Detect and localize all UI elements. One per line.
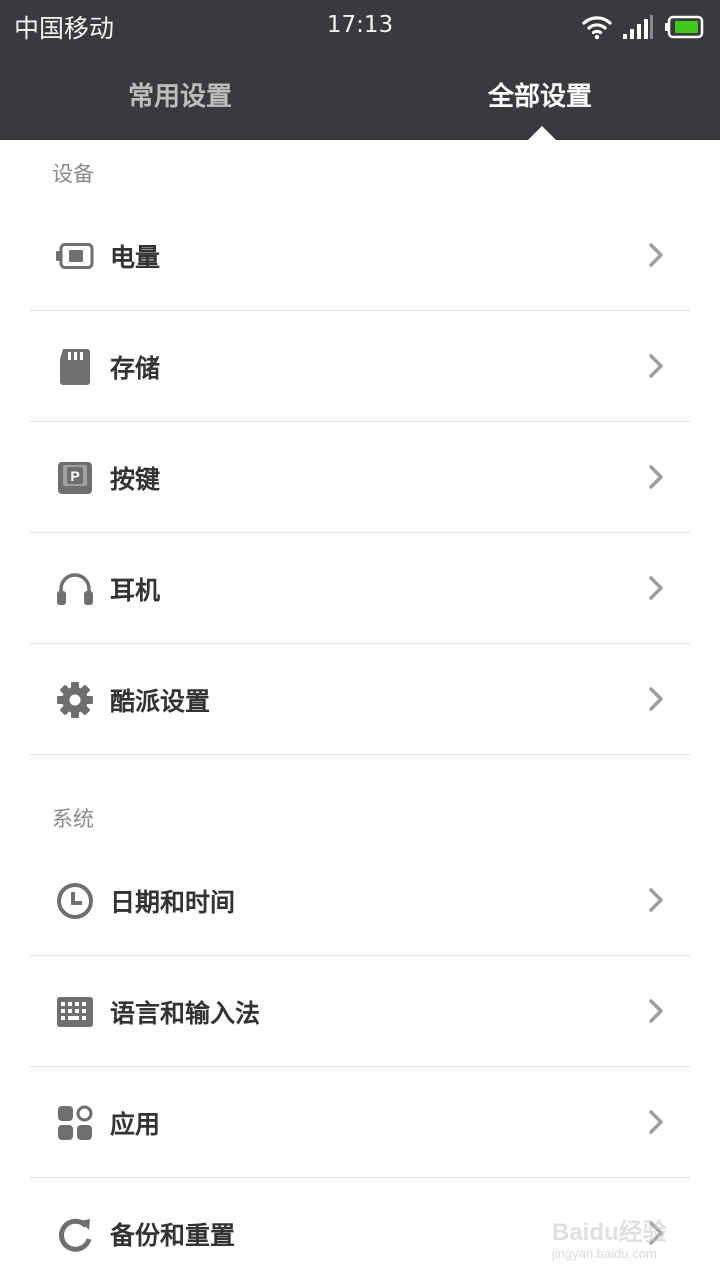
tab-all-settings[interactable]: 全部设置 <box>360 76 720 113</box>
chevron-right-icon <box>649 888 663 912</box>
tab-common-settings[interactable]: 常用设置 <box>0 76 360 113</box>
settings-item-label: 酷派设置 <box>110 687 211 716</box>
settings-item-storage[interactable]: 存储 <box>30 311 690 422</box>
header-bar: 中国移动 17:13 常用设置 全部设置 <box>0 0 720 140</box>
settings-item-battery[interactable]: 电量 <box>30 200 690 311</box>
watermark: Baidu经验 jingyan.baidu.com <box>548 1210 698 1270</box>
keyboard-icon <box>56 993 94 1031</box>
settings-item-coolpad-settings[interactable]: 酷派设置 <box>30 644 690 755</box>
settings-tabs: 常用设置 全部设置 <box>0 52 720 140</box>
chevron-right-icon <box>649 243 663 267</box>
settings-item-language-input[interactable]: 语言和输入法 <box>30 956 690 1067</box>
settings-item-label: 应用 <box>110 1110 161 1139</box>
chevron-right-icon <box>649 687 663 711</box>
settings-item-apps[interactable]: 应用 <box>30 1067 690 1178</box>
section-header-device: 设备 <box>52 162 94 186</box>
backup-icon <box>56 1215 94 1253</box>
svg-text:P: P <box>70 468 79 484</box>
settings-item-label: 耳机 <box>110 576 161 605</box>
divider <box>30 754 690 755</box>
chevron-right-icon <box>649 576 663 600</box>
settings-item-label: 按键 <box>110 465 161 494</box>
status-bar: 中国移动 17:13 <box>0 0 720 52</box>
wifi-icon <box>582 16 612 40</box>
battery-icon <box>665 15 704 39</box>
watermark-url: jingyan.baidu.com <box>552 1246 657 1261</box>
chevron-right-icon <box>649 465 663 489</box>
section-header-system: 系统 <box>52 807 94 831</box>
gear-icon <box>56 681 94 719</box>
headphones-icon <box>56 570 94 608</box>
chevron-right-icon <box>649 999 663 1023</box>
sd-card-icon <box>56 348 94 386</box>
settings-item-date-time[interactable]: 日期和时间 <box>30 845 690 956</box>
status-icons <box>582 12 704 42</box>
watermark-logo: Baidu经验 <box>552 1219 667 1246</box>
signal-icon <box>623 15 653 39</box>
settings-item-label: 日期和时间 <box>110 888 236 917</box>
settings-item-label: 语言和输入法 <box>110 999 261 1028</box>
chevron-right-icon <box>649 354 663 378</box>
key-icon: P <box>56 459 94 497</box>
clock-icon <box>56 882 94 920</box>
settings-item-label: 存储 <box>110 354 161 383</box>
battery-icon <box>56 237 94 275</box>
settings-item-headphones[interactable]: 耳机 <box>30 533 690 644</box>
settings-item-keys[interactable]: P 按键 <box>30 422 690 533</box>
settings-item-label: 电量 <box>110 243 161 272</box>
settings-item-label: 备份和重置 <box>110 1221 236 1250</box>
active-tab-indicator <box>528 126 556 140</box>
apps-icon <box>56 1104 94 1142</box>
chevron-right-icon <box>649 1110 663 1134</box>
